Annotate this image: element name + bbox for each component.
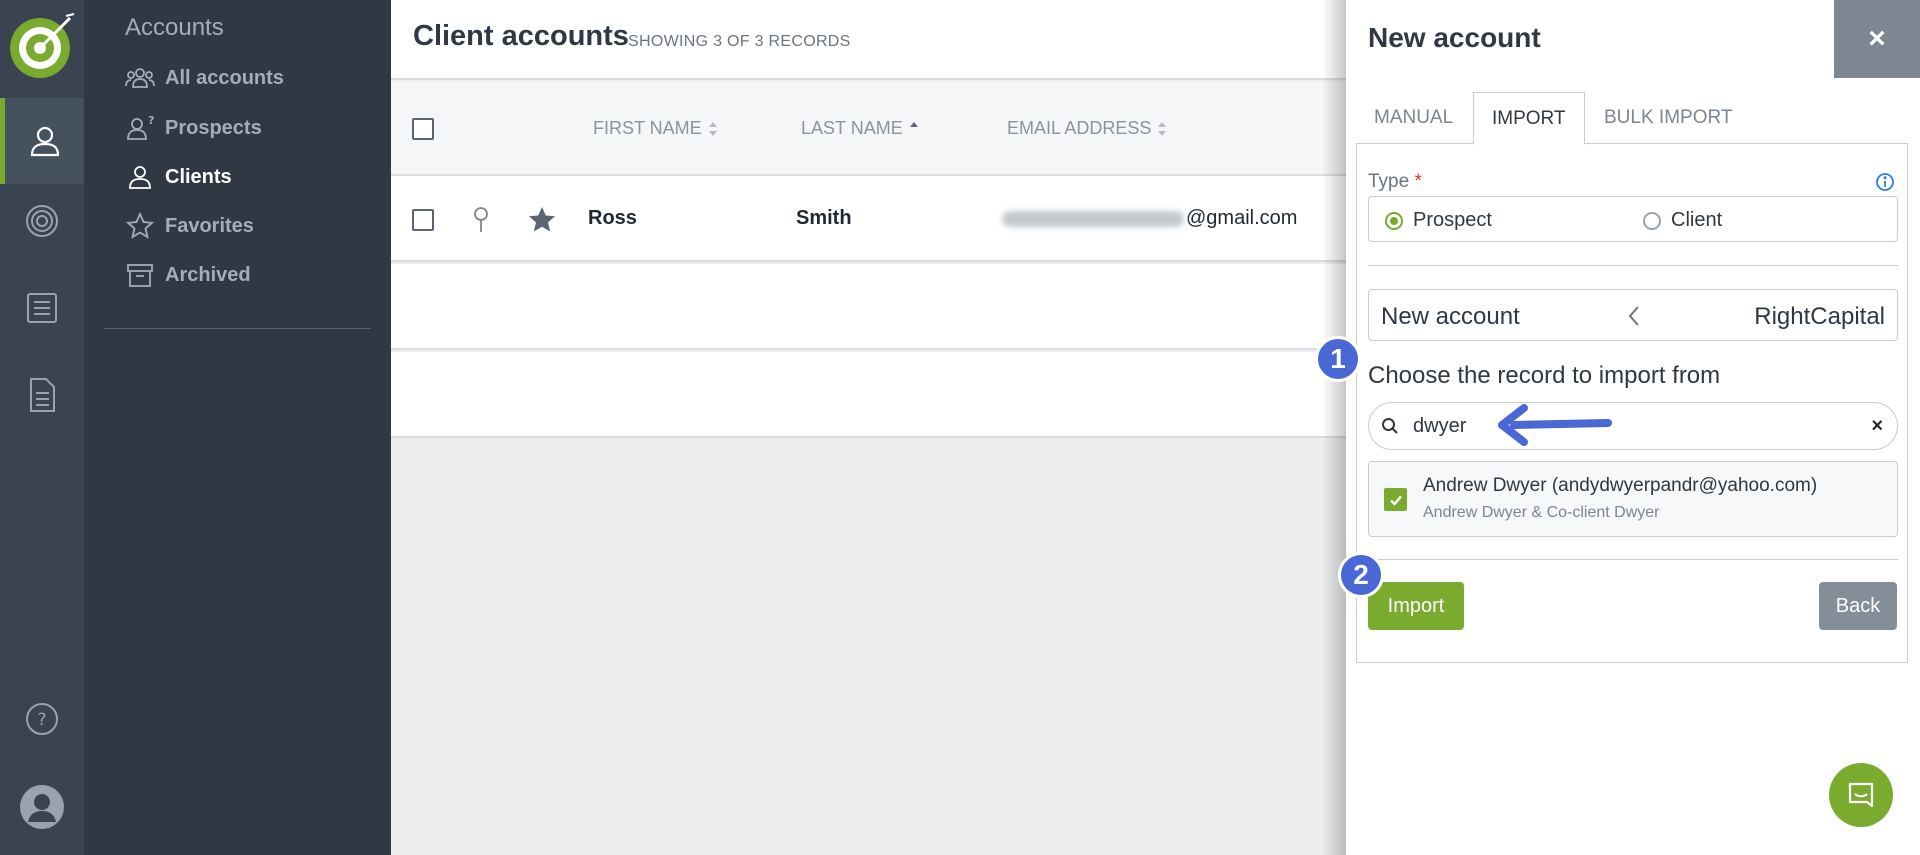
tab-bulk-import[interactable]: BULK IMPORT <box>1586 92 1750 144</box>
redacted-text <box>1002 210 1184 227</box>
sidebar-item-all-accounts[interactable]: All accounts <box>125 60 284 96</box>
sidebar-item-label: Favorites <box>165 214 254 237</box>
sidebar-item-label: Clients <box>165 165 232 188</box>
tab-import[interactable]: IMPORT <box>1473 92 1585 145</box>
app-rail: ? <box>0 0 84 855</box>
type-radio-group: Prospect Client <box>1368 196 1898 242</box>
sidebar-item-label: All accounts <box>165 66 284 89</box>
step-1-badge: 1 <box>1315 336 1361 382</box>
sidebar-item-archived[interactable]: Archived <box>125 257 251 293</box>
page-header: Client accounts SHOWING 3 OF 3 RECORDS <box>391 0 1346 80</box>
target-icon <box>26 205 58 237</box>
target-label: New account <box>1381 303 1520 330</box>
column-first-name[interactable]: FIRST NAME <box>593 118 718 139</box>
radio-client[interactable]: Client <box>1643 209 1722 232</box>
chat-icon <box>1848 782 1874 808</box>
user-icon <box>30 126 59 157</box>
import-source-selector[interactable]: New account RightCapital <box>1368 289 1898 341</box>
help-item[interactable]: ? <box>0 702 84 736</box>
sort-icon <box>1158 121 1167 136</box>
type-label: Type * <box>1368 171 1422 192</box>
archive-icon <box>127 264 153 287</box>
row-checkbox[interactable] <box>412 209 434 231</box>
rail-accounts-item[interactable] <box>0 98 84 184</box>
sidebar-item-label: Prospects <box>165 116 262 139</box>
help-icon: ? <box>26 703 58 735</box>
tab-manual[interactable]: MANUAL <box>1356 92 1471 144</box>
user-icon <box>129 166 151 189</box>
svg-text:?: ? <box>148 114 154 127</box>
main-content: Client accounts SHOWING 3 OF 3 RECORDS F… <box>391 0 1346 855</box>
avatar-icon <box>20 785 64 829</box>
table-row[interactable] <box>391 264 1346 350</box>
record-search-input[interactable]: dwyer × <box>1368 402 1898 450</box>
pin-icon[interactable] <box>471 206 491 239</box>
select-all-checkbox[interactable] <box>412 118 434 140</box>
table-header: FIRST NAME LAST NAME EMAIL ADDRESS <box>391 82 1346 176</box>
last-name-cell: Smith <box>796 207 852 229</box>
radio-prospect[interactable]: Prospect <box>1385 209 1492 232</box>
rail-documents-item[interactable] <box>0 352 84 438</box>
star-icon <box>125 211 155 239</box>
sort-ascending-icon <box>909 121 918 127</box>
search-value: dwyer <box>1413 415 1467 437</box>
result-title: Andrew Dwyer (andydwyerpandr@yahoo.com) <box>1423 475 1818 496</box>
profile-item[interactable] <box>0 785 84 829</box>
chat-launcher[interactable] <box>1829 763 1893 827</box>
svg-text:?: ? <box>37 710 46 730</box>
radio-indicator <box>1643 211 1661 230</box>
clear-search-button[interactable]: × <box>1871 415 1883 438</box>
list-icon <box>27 293 57 323</box>
sidebar-title: Accounts <box>125 14 224 41</box>
sidebar-item-favorites[interactable]: Favorites <box>125 208 254 244</box>
sidebar-item-label: Archived <box>165 263 251 286</box>
import-form: Type * Prospect Client New account Right… <box>1356 143 1908 663</box>
prospect-icon: ? <box>127 114 154 140</box>
step-2-badge: 2 <box>1338 552 1384 598</box>
users-icon <box>125 68 155 88</box>
chevron-left-icon <box>1627 304 1641 333</box>
divider <box>1368 265 1898 266</box>
arrow-annotation-icon <box>1498 404 1612 446</box>
favorite-star-icon[interactable] <box>527 205 557 240</box>
choose-record-label: Choose the record to import from <box>1368 362 1721 389</box>
import-button[interactable]: Import <box>1368 582 1464 630</box>
table-row[interactable] <box>391 352 1346 438</box>
source-label: RightCapital <box>1754 303 1885 330</box>
column-email[interactable]: EMAIL ADDRESS <box>1007 118 1167 139</box>
panel-shadow <box>1322 0 1346 855</box>
sidebar-item-clients[interactable]: Clients <box>125 159 232 195</box>
first-name-cell: Ross <box>588 207 637 229</box>
search-icon <box>1381 417 1399 440</box>
email-cell: @gmail.com <box>1002 207 1297 230</box>
rail-goals-item[interactable] <box>0 178 84 264</box>
app-logo-icon[interactable] <box>8 12 76 80</box>
column-last-name[interactable]: LAST NAME <box>801 118 919 139</box>
result-subtitle: Andrew Dwyer & Co-client Dwyer <box>1423 504 1660 521</box>
table-row[interactable]: Ross Smith @gmail.com <box>391 176 1346 262</box>
page-title: Client accounts <box>413 20 629 52</box>
info-icon[interactable] <box>1875 172 1895 197</box>
document-icon <box>30 378 55 412</box>
sidebar-divider <box>104 328 371 329</box>
divider <box>1368 559 1898 560</box>
sort-icon <box>708 121 717 136</box>
rail-list-item[interactable] <box>0 265 84 351</box>
required-mark: * <box>1414 171 1422 192</box>
close-button[interactable]: × <box>1834 0 1920 78</box>
panel-tabs: MANUAL IMPORT BULK IMPORT <box>1356 92 1908 145</box>
search-result-item[interactable]: Andrew Dwyer (andydwyerpandr@yahoo.com) … <box>1368 461 1898 537</box>
new-account-panel: New account × MANUAL IMPORT BULK IMPORT … <box>1346 0 1920 855</box>
panel-title: New account <box>1368 22 1541 53</box>
back-button[interactable]: Back <box>1819 582 1897 630</box>
sidebar-item-prospects[interactable]: ? Prospects <box>125 110 262 146</box>
records-count: SHOWING 3 OF 3 RECORDS <box>628 33 851 50</box>
radio-indicator <box>1385 211 1403 230</box>
accounts-sidebar: Accounts All accounts ? Prospects Client… <box>84 0 391 855</box>
checkmark-icon <box>1389 495 1402 506</box>
result-checkbox[interactable] <box>1384 488 1407 511</box>
